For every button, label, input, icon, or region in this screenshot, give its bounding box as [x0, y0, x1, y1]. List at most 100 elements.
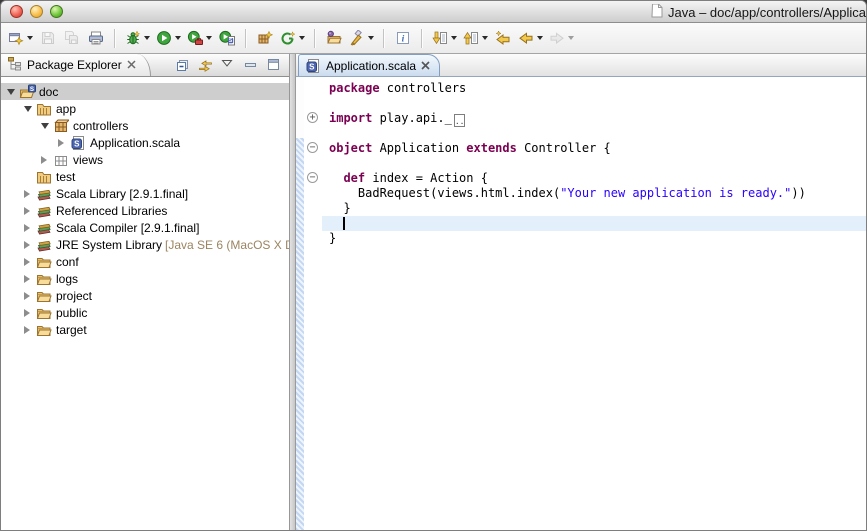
print-icon — [88, 30, 104, 46]
new-wizard-button[interactable] — [6, 26, 35, 50]
folder-icon — [35, 254, 53, 270]
dropdown-arrow-icon[interactable] — [206, 36, 212, 40]
link-with-editor-icon[interactable] — [198, 58, 213, 73]
fold-expanded-icon[interactable]: − — [307, 172, 318, 183]
run-external-tools-icon — [187, 30, 203, 46]
tree-item-scala-compiler-2-9-1-final[interactable]: Scala Compiler [2.9.1.final] — [1, 219, 289, 236]
tree-item-label: test — [53, 170, 75, 184]
expand-arrow-icon[interactable] — [41, 123, 52, 129]
svg-text:S: S — [309, 62, 315, 71]
tree-item-conf[interactable]: conf — [1, 253, 289, 270]
annotation-ruler[interactable] — [296, 77, 304, 530]
run-external-tools-button[interactable] — [185, 26, 214, 50]
tree-item-label: Referenced Libraries — [53, 204, 167, 218]
expand-arrow-icon[interactable] — [24, 326, 35, 334]
minimize-window-button[interactable] — [30, 5, 43, 18]
fold-expanded-icon[interactable]: − — [307, 142, 318, 153]
expand-arrow-icon[interactable] — [24, 207, 35, 215]
titlebar[interactable]: Java – doc/app/controllers/Application.s… — [1, 1, 866, 23]
toggle-mark-occurrences-button[interactable]: i — [392, 26, 414, 50]
view-menu-icon[interactable] — [221, 58, 236, 73]
window-controls — [10, 5, 63, 18]
tree-item-target[interactable]: target — [1, 321, 289, 338]
folder-icon — [35, 322, 53, 338]
dropdown-arrow-icon[interactable] — [451, 36, 457, 40]
tree-item-logs[interactable]: logs — [1, 270, 289, 287]
dropdown-arrow-icon[interactable] — [144, 36, 150, 40]
code-line-10[interactable] — [322, 216, 866, 231]
dropdown-arrow-icon[interactable] — [299, 36, 305, 40]
expand-arrow-icon[interactable] — [24, 275, 35, 283]
debug-button[interactable] — [123, 26, 152, 50]
fold-collapsed-icon[interactable]: + — [307, 112, 318, 123]
code-line-6[interactable] — [322, 156, 866, 171]
search-button[interactable] — [347, 26, 376, 50]
code-line-9[interactable]: } — [322, 201, 866, 216]
dropdown-arrow-icon[interactable] — [537, 36, 543, 40]
close-view-icon[interactable] — [127, 58, 136, 72]
scala-file-icon: S — [69, 135, 87, 151]
tree-item-scala-library-2-9-1-final[interactable]: Scala Library [2.9.1.final] — [1, 185, 289, 202]
code-line-4[interactable] — [322, 126, 866, 141]
folding-ruler: + − − — [304, 77, 322, 530]
save-all-button — [61, 26, 83, 50]
editor-tabbar: S Application.scala — [296, 54, 866, 77]
open-element-button[interactable] — [323, 26, 345, 50]
expand-arrow-icon[interactable] — [41, 156, 52, 164]
tree-item-controllers[interactable]: controllers — [1, 117, 289, 134]
tree-item-views[interactable]: views — [1, 151, 289, 168]
dropdown-arrow-icon[interactable] — [482, 36, 488, 40]
expand-arrow-icon[interactable] — [24, 190, 35, 198]
collapse-all-icon[interactable] — [175, 58, 190, 73]
code-line-1[interactable]: package controllers — [322, 81, 866, 96]
expand-arrow-icon[interactable] — [24, 258, 35, 266]
run-scala-application-button[interactable]: S — [216, 26, 238, 50]
code-line-5[interactable]: object Application extends Controller { — [322, 141, 866, 156]
next-annotation-button[interactable] — [430, 26, 459, 50]
new-package-button[interactable] — [254, 26, 276, 50]
code-line-11[interactable]: } — [322, 231, 866, 246]
expand-arrow-icon[interactable] — [24, 224, 35, 232]
back-button[interactable] — [516, 26, 545, 50]
run-button[interactable] — [154, 26, 183, 50]
tree-item-label: Scala Library [2.9.1.final] — [53, 187, 188, 201]
tree-item-jre-system-library[interactable]: JRE System Library[Java SE 6 (MacOS X De… — [1, 236, 289, 253]
new-type-icon — [280, 30, 296, 46]
maximize-view-icon[interactable] — [267, 58, 282, 73]
dropdown-arrow-icon[interactable] — [27, 36, 33, 40]
collapsed-code-icon[interactable]: .. — [454, 114, 465, 127]
expand-arrow-icon[interactable] — [24, 106, 35, 112]
tree-item-project[interactable]: project — [1, 287, 289, 304]
code-line-8[interactable]: BadRequest(views.html.index("Your new ap… — [322, 186, 866, 201]
code-line-3[interactable]: import play.api._.. — [322, 111, 866, 126]
svg-text:i: i — [402, 35, 405, 45]
editor-tab-application-scala[interactable]: S Application.scala — [298, 54, 440, 76]
tree-item-test[interactable]: test — [1, 168, 289, 185]
tree-item-public[interactable]: public — [1, 304, 289, 321]
editor-area: S Application.scala + − − package controll… — [296, 54, 866, 530]
dropdown-arrow-icon[interactable] — [368, 36, 374, 40]
new-wizard-icon — [8, 30, 24, 46]
tree-item-application-scala[interactable]: SApplication.scala — [1, 134, 289, 151]
close-window-button[interactable] — [10, 5, 23, 18]
expand-arrow-icon[interactable] — [24, 309, 35, 317]
tree-item-referenced-libraries[interactable]: Referenced Libraries — [1, 202, 289, 219]
expand-arrow-icon[interactable] — [58, 139, 69, 147]
package-explorer-tab[interactable]: Package Explorer — [1, 54, 151, 76]
tree-item-doc[interactable]: Sdoc — [1, 83, 289, 100]
expand-arrow-icon[interactable] — [24, 241, 35, 249]
zoom-window-button[interactable] — [50, 5, 63, 18]
code-editor[interactable]: package controllers import play.api._..ob… — [322, 77, 866, 530]
close-editor-icon[interactable] — [421, 61, 430, 70]
dropdown-arrow-icon[interactable] — [175, 36, 181, 40]
previous-annotation-button[interactable] — [461, 26, 490, 50]
code-line-7[interactable]: def index = Action { — [322, 171, 866, 186]
expand-arrow-icon[interactable] — [7, 89, 18, 95]
new-type-button[interactable] — [278, 26, 307, 50]
print-button[interactable] — [85, 26, 107, 50]
expand-arrow-icon[interactable] — [24, 292, 35, 300]
code-line-2[interactable] — [322, 96, 866, 111]
minimize-view-icon[interactable] — [244, 58, 259, 73]
tree-item-app[interactable]: app — [1, 100, 289, 117]
last-edit-location-button[interactable] — [492, 26, 514, 50]
